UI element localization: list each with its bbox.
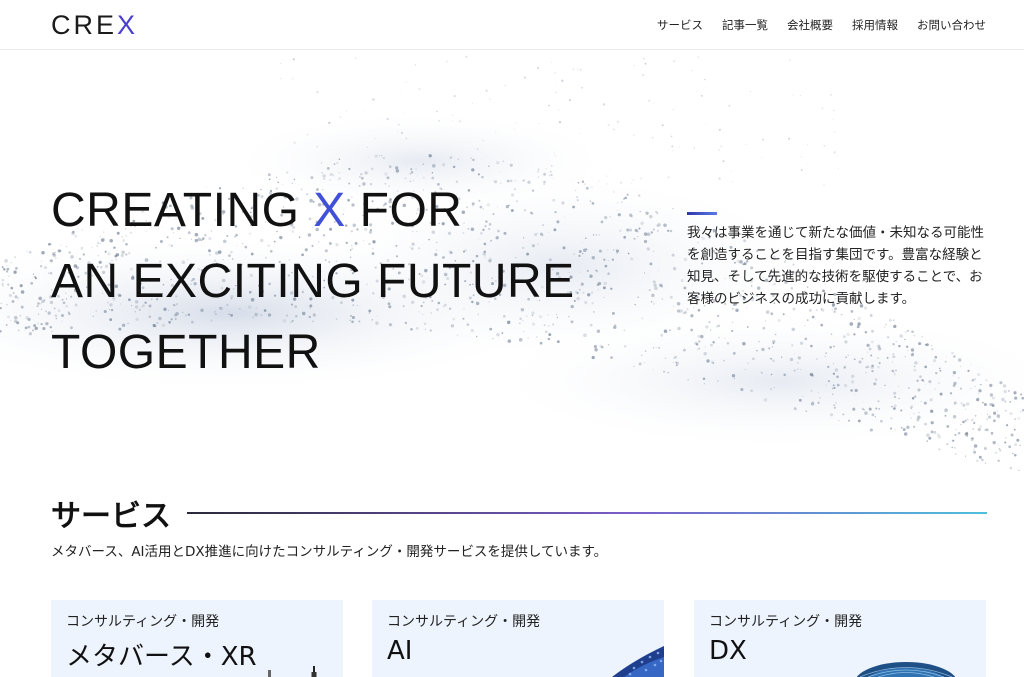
- hero-headline: CREATING X FOR AN EXCITING FUTURE TOGETH…: [51, 175, 575, 388]
- nav-item-articles[interactable]: 記事一覧: [722, 17, 768, 33]
- headline-line-1: CREATING X FOR: [51, 184, 463, 237]
- nav-item-recruit[interactable]: 採用情報: [852, 17, 898, 33]
- section-divider-line: [187, 512, 987, 514]
- card-category: コンサルティング・開発: [66, 614, 220, 630]
- service-card-ai[interactable]: コンサルティング・開発 AI: [372, 600, 664, 677]
- main-nav: サービス 記事一覧 会社概要 採用情報 お問い合わせ: [657, 17, 986, 33]
- nav-item-services[interactable]: サービス: [657, 17, 703, 33]
- card-title: メタバース・XR: [66, 642, 257, 672]
- site-header: CRE X サービス 記事一覧 会社概要 採用情報 お問い合わせ: [0, 0, 1024, 50]
- services-title: サービス: [51, 499, 171, 534]
- services-section-header: サービス: [51, 493, 987, 534]
- headline-line-2: AN EXCITING FUTURE: [51, 255, 575, 308]
- logo-text: CRE: [51, 9, 118, 40]
- crex-logo[interactable]: CRE X: [51, 10, 138, 40]
- service-card-metaverse[interactable]: コンサルティング・開発 メタバース・XR: [51, 600, 343, 677]
- services-description: メタバース、AI活用とDX推進に向けたコンサルティング・開発サービスを提供してい…: [51, 544, 608, 560]
- hero-section: CREATING X FOR AN EXCITING FUTURE TOGETH…: [0, 51, 1024, 495]
- headline-x-mark: X: [313, 184, 346, 237]
- logo-x-mark: X: [117, 9, 139, 40]
- card-category: コンサルティング・開発: [709, 614, 863, 630]
- nav-item-contact[interactable]: お問い合わせ: [917, 17, 986, 33]
- card-category: コンサルティング・開発: [387, 614, 541, 630]
- card-title: AI: [387, 636, 413, 666]
- headline-line-3: TOGETHER: [51, 326, 321, 379]
- hero-intro-text: 我々は事業を通じて新たな価値・未知なる可能性を創造することを目指す集団です。豊富…: [687, 225, 984, 307]
- intro-accent-bar: [687, 212, 717, 215]
- card-title: DX: [709, 636, 747, 666]
- nav-item-company[interactable]: 会社概要: [787, 17, 833, 33]
- service-card-dx[interactable]: コンサルティング・開発 DX: [694, 600, 986, 677]
